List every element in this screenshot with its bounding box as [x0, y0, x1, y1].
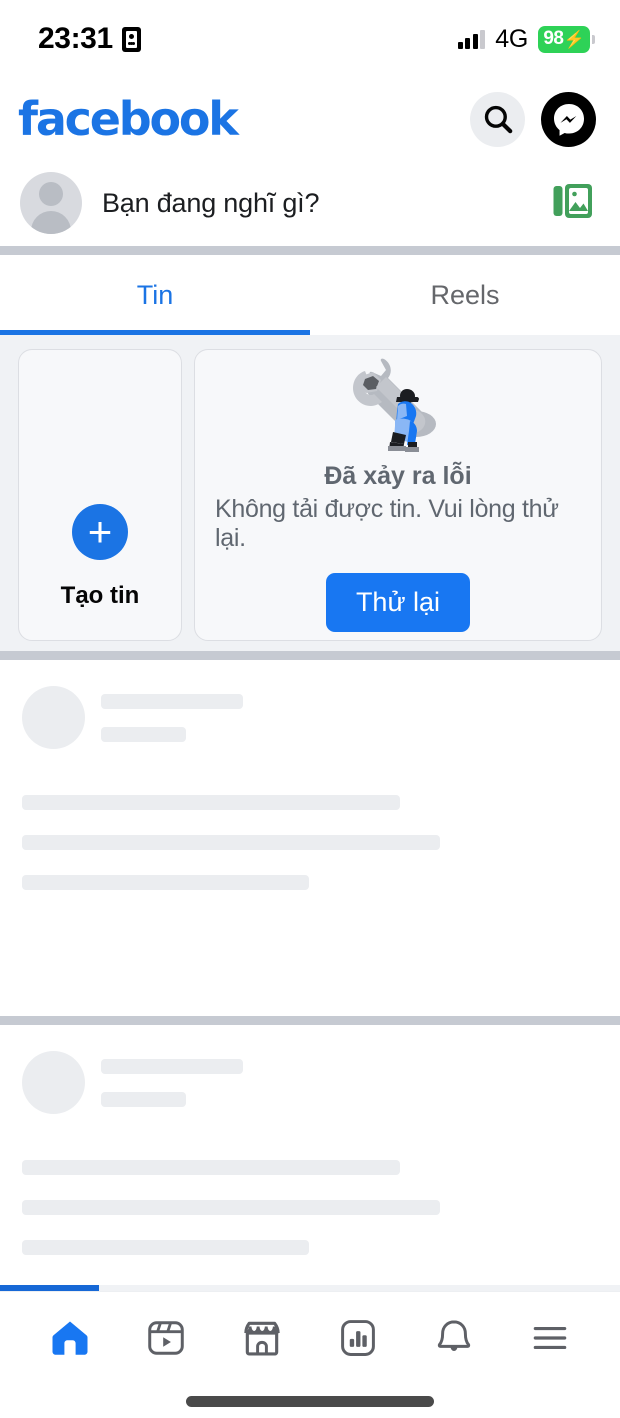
- photo-gallery-icon: [553, 183, 592, 218]
- page-load-progress: [0, 1285, 620, 1291]
- status-bar: 23:31 4G 98 ⚡: [0, 0, 620, 78]
- post-skeleton-2: [0, 1025, 620, 1285]
- facebook-logo[interactable]: facebook: [18, 92, 239, 146]
- stories-row: + Tạo tin Đã xảy ra lỗi Không tải được t…: [0, 349, 620, 641]
- skeleton-avatar: [22, 686, 85, 749]
- skeleton-line: [101, 1091, 186, 1107]
- hamburger-menu-icon: [533, 1326, 567, 1350]
- bottom-navigation: [0, 1291, 620, 1384]
- skeleton-body-lines: [22, 795, 598, 920]
- nav-item-home[interactable]: [35, 1303, 105, 1373]
- bar-chart-box-icon: [341, 1320, 375, 1356]
- contact-card-icon: [121, 26, 141, 52]
- nav-item-menu[interactable]: [515, 1303, 585, 1373]
- stories-section: + Tạo tin Đã xảy ra lỗi Không tải được t…: [0, 335, 620, 651]
- post-spacer: [0, 920, 620, 1016]
- section-divider-3: [0, 1016, 620, 1025]
- create-story-label: Tạo tin: [60, 582, 140, 609]
- stories-error-title: Đã xảy ra lỗi: [324, 462, 472, 490]
- battery-indicator: 98 ⚡: [538, 25, 595, 53]
- cellular-signal-icon: [457, 29, 486, 49]
- home-indicator-area: [0, 1384, 620, 1418]
- skeleton-line: [101, 726, 186, 742]
- nav-item-notifications[interactable]: [419, 1303, 489, 1373]
- lightning-bolt-icon: ⚡: [563, 29, 585, 49]
- skeleton-line: [22, 835, 440, 850]
- plus-icon: +: [72, 504, 128, 560]
- skeleton-body-lines: [22, 1160, 598, 1285]
- skeleton-header: [22, 686, 598, 749]
- stories-error-card: Đã xảy ra lỗi Không tải được tin. Vui lò…: [194, 349, 602, 641]
- nav-item-video[interactable]: [131, 1303, 201, 1373]
- wrench-worker-illustration: [353, 358, 436, 452]
- tab-reels[interactable]: Reels: [310, 255, 620, 335]
- nav-item-pages[interactable]: [323, 1303, 393, 1373]
- header-actions: [470, 91, 596, 147]
- retry-button[interactable]: Thử lại: [325, 573, 471, 632]
- messenger-button[interactable]: [541, 91, 596, 147]
- create-story-card[interactable]: + Tạo tin: [18, 349, 182, 641]
- skeleton-line: [22, 795, 400, 810]
- skeleton-line: [22, 1200, 440, 1215]
- search-button[interactable]: [470, 91, 525, 147]
- skeleton-line: [22, 875, 309, 890]
- section-divider-2: [0, 651, 620, 660]
- battery-level-label: 98: [543, 28, 564, 49]
- home-indicator-bar: [186, 1395, 434, 1407]
- skeleton-line: [22, 1160, 400, 1175]
- status-time: 23:31: [38, 22, 113, 55]
- skeleton-header: [22, 1051, 598, 1114]
- photo-button[interactable]: [552, 182, 594, 225]
- skeleton-line: [101, 1058, 243, 1074]
- section-divider: [0, 246, 620, 255]
- post-skeleton-1: [0, 660, 620, 920]
- app-header: facebook: [0, 78, 620, 160]
- post-composer[interactable]: Bạn đang nghĩ gì?: [0, 160, 620, 246]
- tab-tin-label: Tin: [136, 279, 174, 310]
- search-icon: [484, 105, 512, 134]
- network-type-label: 4G: [495, 24, 528, 53]
- skeleton-meta-lines: [101, 1058, 243, 1107]
- composer-placeholder[interactable]: Bạn đang nghĩ gì?: [102, 188, 532, 219]
- video-reels-icon: [148, 1321, 184, 1355]
- default-avatar-icon[interactable]: [20, 172, 82, 234]
- progress-fill: [0, 1285, 100, 1291]
- skeleton-avatar: [22, 1051, 85, 1114]
- marketplace-icon: [244, 1321, 280, 1356]
- skeleton-line: [22, 1240, 309, 1255]
- messenger-icon: [553, 104, 584, 136]
- tab-tin[interactable]: Tin: [0, 255, 310, 335]
- status-bar-left: 23:31: [38, 22, 141, 56]
- home-icon: [52, 1321, 88, 1355]
- tab-reels-label: Reels: [430, 279, 500, 310]
- nav-item-marketplace[interactable]: [227, 1303, 297, 1373]
- status-bar-right: 4G 98 ⚡: [457, 24, 595, 54]
- feed-tabs: Tin Reels: [0, 255, 620, 335]
- bell-icon: [437, 1320, 471, 1351]
- stories-error-subtitle: Không tải được tin. Vui lòng thử lại.: [215, 495, 559, 552]
- skeleton-meta-lines: [101, 693, 243, 742]
- skeleton-line: [101, 693, 243, 709]
